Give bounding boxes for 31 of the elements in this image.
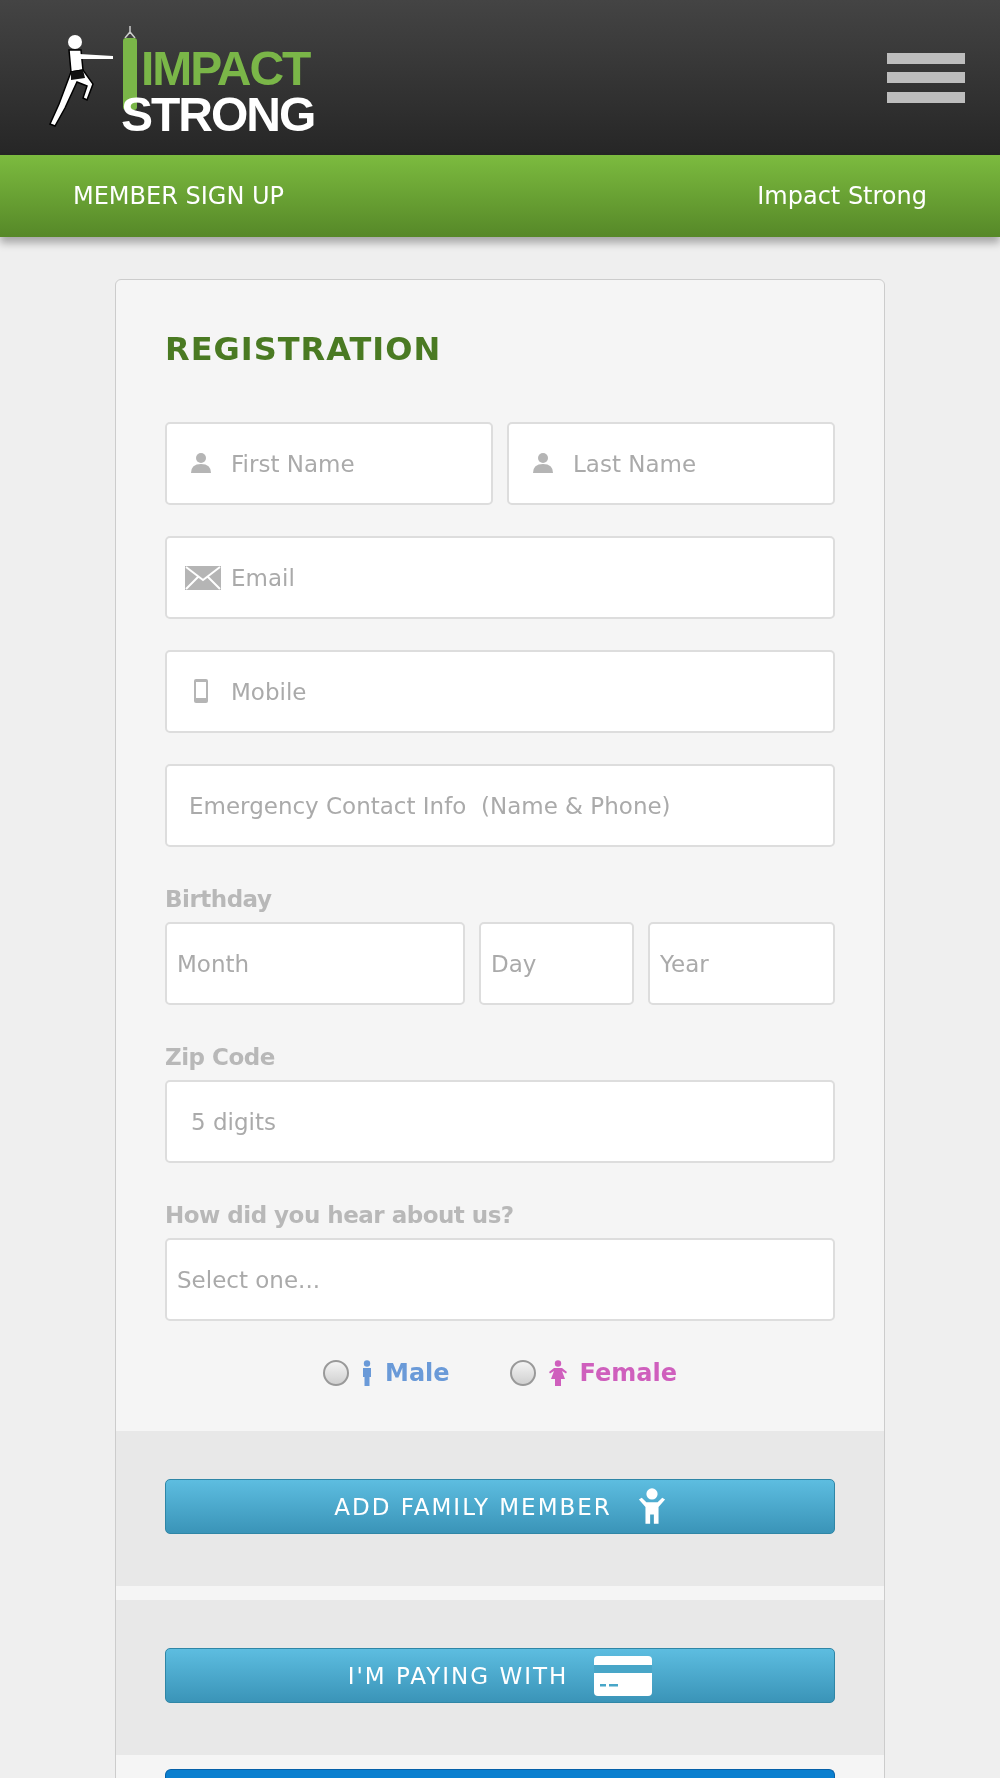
radio-button[interactable] [323, 1360, 349, 1386]
input-field[interactable]: Month [165, 922, 465, 1005]
menu-icon[interactable] [887, 52, 965, 103]
radio-label[interactable]: Male [385, 1359, 450, 1387]
action-button[interactable]: ADD FAMILY MEMBER [165, 1479, 835, 1534]
action-button[interactable]: I'M PAYING WITH [165, 1648, 835, 1703]
form-title: REGISTRATION [165, 330, 443, 368]
input-field[interactable]: 5 digits [165, 1080, 835, 1163]
radio-button[interactable] [509, 1360, 536, 1386]
radio-label[interactable]: Female [579, 1359, 677, 1387]
input-field[interactable]: Mobile [165, 650, 835, 733]
field-label: Zip Code [165, 1045, 276, 1069]
phone-icon [193, 678, 209, 704]
input-field[interactable]: Year [648, 922, 835, 1005]
field-label: How did you hear about us? [165, 1203, 515, 1227]
brand-link[interactable]: Impact Strong [757, 182, 927, 210]
person-icon [189, 451, 213, 475]
credit-card-icon [594, 1655, 653, 1696]
person-icon [531, 451, 555, 475]
input-field[interactable]: Emergency Contact Info (Name & Phone) [165, 764, 835, 847]
logo-text: IMPACT [141, 46, 311, 92]
input-field[interactable]: Last Name [507, 422, 835, 505]
select-field[interactable]: Select one... [165, 1238, 835, 1321]
page-title: MEMBER SIGN UP [73, 182, 285, 210]
child-icon [637, 1487, 666, 1526]
logo-text: STRONG [121, 91, 315, 138]
field-label: Birthday [165, 887, 273, 911]
input-field[interactable]: Day [479, 922, 634, 1005]
mail-icon [185, 566, 221, 590]
input-field[interactable]: First Name [165, 422, 493, 505]
input-field[interactable]: Email [165, 536, 835, 619]
